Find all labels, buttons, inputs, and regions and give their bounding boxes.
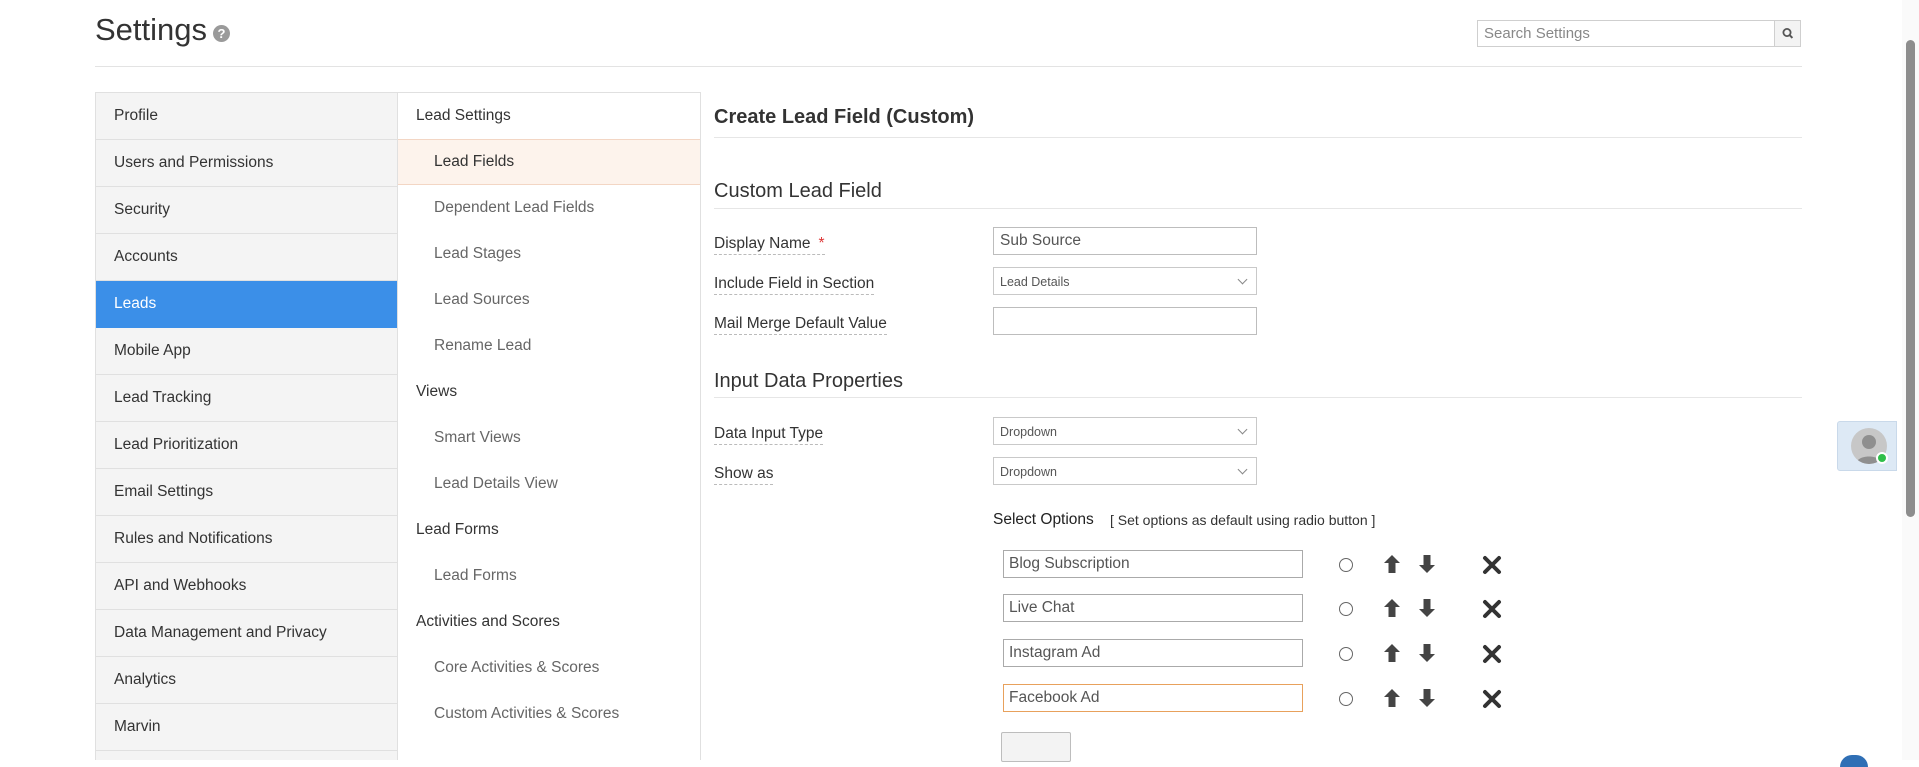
data-input-type-value: Dropdown: [1000, 425, 1057, 439]
option-row: [1003, 594, 1523, 624]
add-option-button[interactable]: [1001, 732, 1071, 762]
default-radio[interactable]: [1339, 558, 1353, 572]
arrow-up-icon[interactable]: [1381, 553, 1403, 575]
search-icon: [1782, 28, 1794, 39]
arrow-down-icon[interactable]: [1416, 553, 1438, 575]
mail-merge-input[interactable]: [993, 307, 1257, 335]
menu-item-profile[interactable]: Profile: [96, 93, 397, 140]
chevron-down-icon: [1237, 464, 1248, 475]
submenu-item-dependent-lead-fields[interactable]: Dependent Lead Fields: [398, 185, 700, 231]
required-mark: *: [818, 235, 825, 252]
show-as-value: Dropdown: [1000, 465, 1057, 479]
data-input-type-label: Data Input Type: [714, 425, 824, 445]
scrollbar-thumb[interactable]: [1906, 40, 1915, 517]
panel-title: Create Lead Field (Custom): [714, 106, 975, 128]
page-scrollbar[interactable]: [1902, 0, 1919, 760]
option-input[interactable]: [1003, 684, 1303, 712]
submenu-item-lead-details-view[interactable]: Lead Details View: [398, 461, 700, 507]
leads-submenu: Lead Settings Lead Fields Dependent Lead…: [398, 92, 701, 760]
settings-menu: Profile Users and Permissions Security A…: [95, 92, 398, 760]
menu-item-users-and-permissions[interactable]: Users and Permissions: [96, 140, 397, 187]
data-input-type-select[interactable]: Dropdown: [993, 417, 1257, 445]
arrow-down-icon[interactable]: [1416, 642, 1438, 664]
remove-option-icon[interactable]: [1481, 598, 1503, 620]
submenu-item-smart-views[interactable]: Smart Views: [398, 415, 700, 461]
create-lead-field-panel: Create Lead Field (Custom) Custom Lead F…: [714, 92, 1802, 762]
submenu-item-custom-activities[interactable]: Custom Activities & Scores: [398, 691, 700, 737]
chat-widget[interactable]: [1837, 421, 1897, 471]
menu-item-rules-and-notifications[interactable]: Rules and Notifications: [96, 516, 397, 563]
remove-option-icon[interactable]: [1481, 554, 1503, 576]
section-heading-input-data-properties: Input Data Properties: [714, 370, 903, 392]
submenu-heading-lead-forms: Lead Forms: [416, 521, 499, 538]
menu-item-leads[interactable]: Leads: [96, 281, 397, 328]
option-row: [1003, 550, 1523, 580]
submenu-item-rename-lead[interactable]: Rename Lead: [398, 323, 700, 369]
remove-option-icon[interactable]: [1481, 688, 1503, 710]
menu-item-security[interactable]: Security: [96, 187, 397, 234]
option-input[interactable]: [1003, 550, 1303, 578]
header-divider: [95, 66, 1802, 67]
submenu-heading-lead-settings: Lead Settings: [416, 107, 511, 124]
menu-item-accounts[interactable]: Accounts: [96, 234, 397, 281]
include-section-label: Include Field in Section: [714, 275, 875, 295]
include-section-select[interactable]: Lead Details: [993, 267, 1257, 295]
menu-item-analytics[interactable]: Analytics: [96, 657, 397, 704]
menu-item-data-management[interactable]: Data Management and Privacy: [96, 610, 397, 657]
submenu-item-lead-fields[interactable]: Lead Fields: [398, 139, 700, 185]
menu-item-lead-tracking[interactable]: Lead Tracking: [96, 375, 397, 422]
section-divider: [714, 397, 1802, 398]
search-button[interactable]: [1774, 21, 1800, 46]
menu-item-mobile-app[interactable]: Mobile App: [96, 328, 397, 375]
section-divider: [714, 208, 1802, 209]
arrow-up-icon[interactable]: [1381, 642, 1403, 664]
mail-merge-label: Mail Merge Default Value: [714, 315, 887, 335]
chevron-down-icon: [1237, 424, 1248, 435]
question-circle-icon[interactable]: ?: [213, 25, 230, 42]
submenu-item-core-activities[interactable]: Core Activities & Scores: [398, 645, 700, 691]
help-launcher-icon[interactable]: [1840, 755, 1868, 767]
option-input[interactable]: [1003, 594, 1303, 622]
menu-item-lead-prioritization[interactable]: Lead Prioritization: [96, 422, 397, 469]
submenu-heading-activities: Activities and Scores: [416, 613, 560, 630]
default-radio[interactable]: [1339, 602, 1353, 616]
include-section-value: Lead Details: [1000, 275, 1070, 289]
option-row: [1003, 684, 1523, 714]
show-as-select[interactable]: Dropdown: [993, 457, 1257, 485]
submenu-item-lead-forms[interactable]: Lead Forms: [398, 553, 700, 599]
select-options-label: Select Options: [993, 511, 1094, 528]
option-input[interactable]: [1003, 639, 1303, 667]
submenu-heading-views: Views: [416, 383, 458, 400]
arrow-down-icon[interactable]: [1416, 687, 1438, 709]
menu-item-api-and-webhooks[interactable]: API and Webhooks: [96, 563, 397, 610]
default-radio[interactable]: [1339, 692, 1353, 706]
option-row: [1003, 639, 1523, 669]
show-as-label: Show as: [714, 465, 774, 485]
remove-option-icon[interactable]: [1481, 643, 1503, 665]
menu-item-email-settings[interactable]: Email Settings: [96, 469, 397, 516]
title-divider: [714, 137, 1802, 138]
arrow-up-icon[interactable]: [1381, 597, 1403, 619]
menu-item-more[interactable]: [96, 751, 397, 760]
online-status-icon: [1876, 452, 1888, 464]
arrow-up-icon[interactable]: [1381, 687, 1403, 709]
section-heading-custom-lead-field: Custom Lead Field: [714, 180, 882, 202]
search-box: [1477, 20, 1801, 47]
submenu-item-lead-sources[interactable]: Lead Sources: [398, 277, 700, 323]
page-title: Settings: [95, 12, 208, 47]
menu-item-marvin[interactable]: Marvin: [96, 704, 397, 751]
default-radio[interactable]: [1339, 647, 1353, 661]
search-input[interactable]: [1478, 21, 1774, 46]
chevron-down-icon: [1237, 274, 1248, 285]
select-options-note: [ Set options as default using radio but…: [1110, 512, 1376, 528]
submenu-item-lead-stages[interactable]: Lead Stages: [398, 231, 700, 277]
display-name-input[interactable]: [993, 227, 1257, 255]
display-name-label: Display Name *: [714, 235, 825, 255]
arrow-down-icon[interactable]: [1416, 597, 1438, 619]
